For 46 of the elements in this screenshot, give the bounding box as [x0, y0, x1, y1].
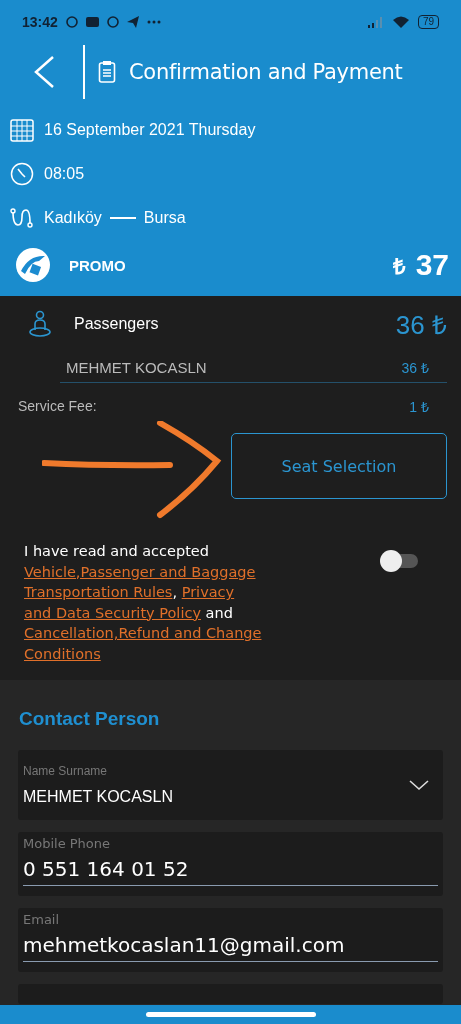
calendar-icon	[10, 118, 34, 142]
total-price: 37	[415, 248, 449, 282]
currency-symbol: ₺	[392, 253, 406, 280]
passengers-amount: 36 ₺	[395, 309, 447, 342]
clock-icon	[10, 162, 34, 186]
field-label: Email	[23, 912, 61, 927]
status-time: 13:42	[22, 14, 58, 30]
passenger-name: MEHMET KOCASLN	[66, 358, 207, 376]
input-field[interactable]	[18, 984, 443, 1004]
input-field[interactable]: Email mehmetkocaslan11@gmail.com	[18, 908, 443, 972]
video-icon	[85, 17, 99, 27]
passenger-fare: 36 ₺	[401, 358, 429, 377]
chevron-down-icon	[409, 779, 429, 791]
signal-icon	[367, 16, 384, 28]
policy-link[interactable]: Transportation Rules	[24, 584, 173, 600]
passengers-label: Passengers	[74, 315, 159, 333]
policy-link[interactable]: Privacy	[181, 584, 235, 600]
wifi-icon	[391, 15, 410, 29]
field-label: Mobile Phone	[23, 836, 112, 851]
name-dropdown[interactable]: Name Surname MEHMET KOCASLN	[18, 750, 443, 820]
promo-label: PROMO	[69, 256, 126, 274]
section-title: Contact Person	[19, 708, 161, 730]
destination-city: Bursa	[143, 209, 186, 227]
ticket-logo-icon	[15, 247, 51, 283]
page-title: Confirmation and Payment	[129, 60, 403, 84]
service-fee-label: Service Fee:	[18, 398, 97, 414]
policy-link[interactable]: Conditions	[24, 645, 101, 662]
battery-icon: 79	[417, 15, 439, 29]
policy-link[interactable]: Cancellation,Refund and Change	[24, 625, 262, 641]
dropdown-value: MEHMET KOCASLN	[23, 788, 174, 806]
input-field[interactable]: Mobile Phone 0 551 164 01 52	[18, 832, 443, 896]
policy-link[interactable]: and Data Security Policy	[24, 604, 201, 621]
trip-date: 16 September 2021 Thursday	[44, 121, 256, 139]
origin-city: Kadıköy	[44, 209, 102, 227]
back-icon[interactable]	[33, 55, 55, 89]
send-icon	[126, 16, 139, 28]
field-label: Name Surname	[23, 764, 109, 778]
passenger-icon	[28, 310, 52, 338]
route-icon	[10, 207, 34, 229]
service-fee-amount: 1 ₺	[409, 397, 429, 416]
policy-link[interactable]: Vehicle,Passenger and Baggage	[24, 563, 256, 580]
clipboard-icon	[98, 60, 116, 84]
trip-time: 08:05	[44, 165, 85, 183]
more-icon	[146, 20, 161, 24]
seat-selection-button[interactable]: Seat Selection	[231, 433, 447, 499]
terms-text: I have read and accepted Vehicle,Passenger and Baggage Transportation Rules, Privacy and Data Security Policy and Cancellation,Refund and Change Conditions	[24, 542, 263, 664]
